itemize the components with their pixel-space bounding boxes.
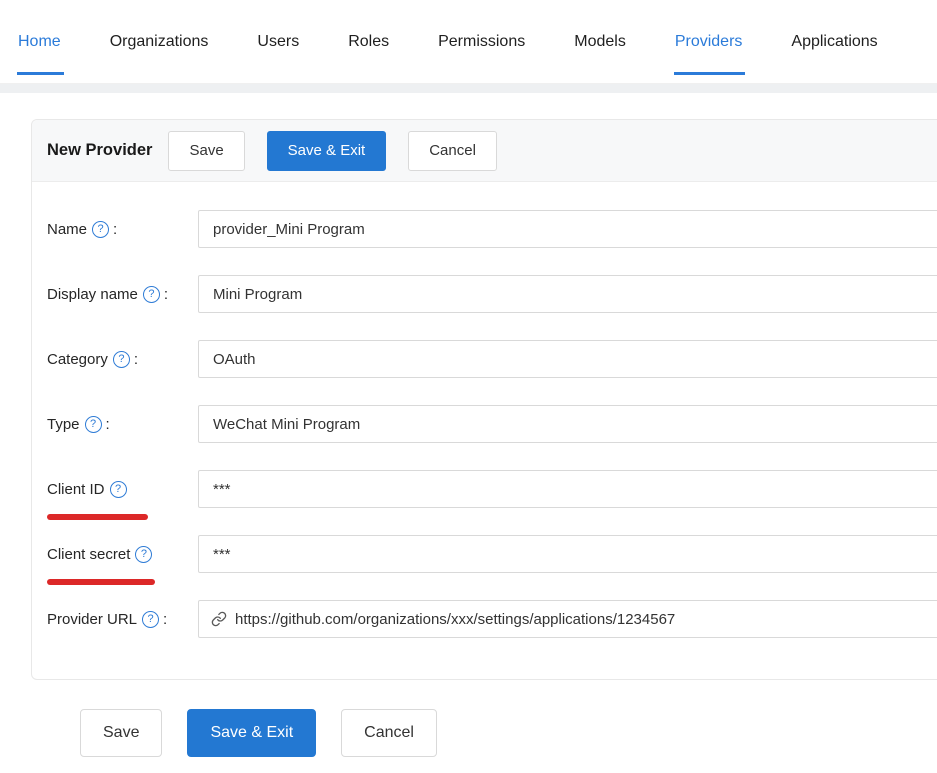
- field-label-text: Provider URL: [47, 611, 137, 628]
- help-icon[interactable]: ?: [85, 416, 102, 433]
- help-icon[interactable]: ?: [135, 546, 152, 563]
- field-label-text: Client ID: [47, 481, 105, 498]
- form-row-type: Type?:: [47, 405, 937, 443]
- provider-card: New Provider Save Save & Exit Cancel Nam…: [31, 119, 937, 680]
- form-row-category: Category?:: [47, 340, 937, 378]
- field-label-client-id: Client ID?: [47, 481, 198, 498]
- field-label-text: Category: [47, 351, 108, 368]
- cancel-button[interactable]: Cancel: [408, 131, 497, 171]
- field-label-provider-url: Provider URL?:: [47, 611, 198, 628]
- page-title: New Provider: [47, 141, 152, 160]
- save-button[interactable]: Save: [168, 131, 244, 171]
- provider-card-header: New Provider Save Save & Exit Cancel: [32, 120, 937, 182]
- field-label-client-secret: Client secret?: [47, 546, 198, 563]
- field-label-text: Type: [47, 416, 80, 433]
- field-label-type: Type?:: [47, 416, 198, 433]
- save-exit-button-bottom[interactable]: Save & Exit: [187, 709, 316, 757]
- field-input-display-name[interactable]: [198, 275, 937, 313]
- field-input-wrap-provider-url: [198, 600, 937, 638]
- form-row-display-name: Display name?:: [47, 275, 937, 313]
- save-button-bottom[interactable]: Save: [80, 709, 162, 757]
- form-row-client-secret: Client secret?: [47, 535, 937, 573]
- help-icon[interactable]: ?: [110, 481, 127, 498]
- nav-item-applications[interactable]: Applications: [791, 0, 877, 83]
- form-row-client-id: Client ID?: [47, 470, 937, 508]
- nav-item-permissions[interactable]: Permissions: [438, 0, 525, 83]
- nav-item-roles[interactable]: Roles: [348, 0, 389, 83]
- field-input-client-secret[interactable]: [198, 535, 937, 573]
- nav-item-home[interactable]: Home: [18, 0, 61, 83]
- field-input-category[interactable]: [198, 340, 937, 378]
- form-row-provider-url: Provider URL?:: [47, 600, 937, 638]
- field-input-client-id[interactable]: [198, 470, 937, 508]
- red-marker-underline: [47, 514, 148, 520]
- label-colon: :: [163, 611, 167, 628]
- page-divider: [0, 84, 937, 93]
- nav-item-providers[interactable]: Providers: [675, 0, 743, 83]
- link-icon: [211, 611, 235, 627]
- red-marker-underline: [47, 579, 155, 585]
- help-icon[interactable]: ?: [143, 286, 160, 303]
- field-label-text: Name: [47, 221, 87, 238]
- field-input-type[interactable]: [198, 405, 937, 443]
- field-label-text: Display name: [47, 286, 138, 303]
- top-nav: Home Organizations Users Roles Permissions Mo…: [0, 0, 937, 84]
- provider-form: Name?:Display name?:Category?:Type?:Clie…: [32, 182, 937, 679]
- save-exit-button[interactable]: Save & Exit: [267, 131, 387, 171]
- label-colon: :: [113, 221, 117, 238]
- help-icon[interactable]: ?: [113, 351, 130, 368]
- help-icon[interactable]: ?: [142, 611, 159, 628]
- field-label-display-name: Display name?:: [47, 286, 198, 303]
- field-label-name: Name?:: [47, 221, 198, 238]
- field-input-name[interactable]: [198, 210, 937, 248]
- field-label-category: Category?:: [47, 351, 198, 368]
- label-colon: :: [164, 286, 168, 303]
- footer-actions: Save Save & Exit Cancel: [80, 709, 937, 757]
- field-label-text: Client secret: [47, 546, 130, 563]
- field-input-provider-url[interactable]: [235, 601, 937, 637]
- label-colon: :: [134, 351, 138, 368]
- nav-item-models[interactable]: Models: [574, 0, 626, 83]
- nav-item-organizations[interactable]: Organizations: [110, 0, 209, 83]
- nav-item-users[interactable]: Users: [257, 0, 299, 83]
- form-row-name: Name?:: [47, 210, 937, 248]
- label-colon: :: [106, 416, 110, 433]
- help-icon[interactable]: ?: [92, 221, 109, 238]
- cancel-button-bottom[interactable]: Cancel: [341, 709, 437, 757]
